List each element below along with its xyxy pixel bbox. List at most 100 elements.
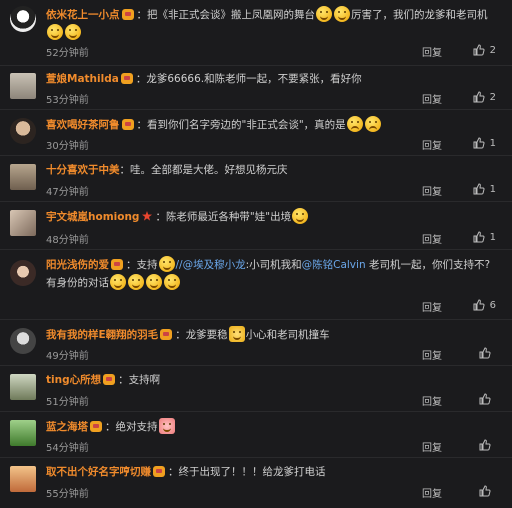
vip-badge-icon (160, 329, 173, 340)
vip-badge-icon (121, 119, 134, 130)
username[interactable]: 阳光浅伤的爱 (46, 259, 109, 271)
mention-link[interactable]: //@埃及穆小龙 (176, 259, 246, 271)
timestamp: 47分钟前 (46, 187, 89, 198)
laugh-emoji-icon (292, 208, 309, 224)
sad-emoji-icon (346, 116, 363, 132)
avatar[interactable] (10, 210, 36, 236)
like-button[interactable]: 6 (473, 299, 496, 311)
timestamp: 30分钟前 (46, 141, 89, 152)
username[interactable]: 我有我的样E翱翔的羽毛 (46, 329, 158, 341)
reply-button[interactable]: 回复 (422, 439, 442, 454)
reply-button[interactable]: 回复 (422, 299, 442, 314)
reply-button[interactable]: 回复 (422, 485, 442, 500)
reply-button[interactable]: 回复 (422, 44, 442, 59)
vip-badge-icon (120, 73, 133, 84)
vip-badge-icon (111, 259, 123, 270)
avatar[interactable] (10, 420, 36, 446)
comment-item: 阳光浅伤的爱 ：支持//@埃及穆小龙:小司机我和@陈铭Calvin 老司机一起，你… (0, 250, 512, 320)
avatar[interactable] (10, 6, 36, 32)
comment-text: 把《非正式会谈》搬上凤凰网的舞台 (147, 9, 315, 21)
vip-badge-icon (153, 466, 165, 477)
laugh-emoji-icon (128, 274, 144, 290)
avatar[interactable] (10, 328, 36, 354)
avatar[interactable] (10, 466, 36, 492)
star-badge-icon (142, 211, 153, 221)
pig-emoji-icon (158, 418, 175, 434)
timestamp: 55分钟前 (46, 489, 89, 500)
username[interactable]: 蓝之海塔 (46, 421, 88, 433)
laugh-emoji-icon (47, 24, 63, 40)
laugh-emoji-icon (65, 24, 81, 40)
comment-item: 依米花上一小点 ：把《非正式会谈》搬上凤凰网的舞台 厉害了，我们的龙爹和老司机 52… (0, 0, 512, 66)
laugh-emoji-icon (164, 274, 180, 290)
thumbs-up-icon (479, 439, 491, 451)
like-button[interactable] (479, 347, 496, 359)
comment-text: :小司机我和 (245, 259, 302, 271)
comment-text: 看到你们名字旁边的"非正式会谈"，真的是 (147, 119, 346, 131)
username[interactable]: 取不出个好名字哼切赚 (46, 466, 151, 478)
cat-emoji-icon (228, 326, 245, 342)
comment-item: 宇文城嵐homiong ：陈老师最近各种带"娃"出境 48分钟前 回复 1 (0, 202, 512, 250)
timestamp: 54分钟前 (46, 443, 89, 454)
username[interactable]: 依米花上一小点 (46, 9, 120, 21)
reply-button[interactable]: 回复 (422, 393, 442, 408)
comment-text: 陈老师最近各种带"娃"出境 (165, 211, 292, 223)
comment-text: 支持 (136, 259, 158, 271)
like-count: 2 (489, 91, 496, 103)
comment-item: 取不出个好名字哼切赚 ：终于出现了！！！给龙爹打电话 55分钟前 回复 (0, 458, 512, 508)
like-button[interactable]: 2 (473, 91, 496, 103)
reply-button[interactable]: 回复 (422, 91, 442, 106)
grin-emoji-icon (316, 6, 332, 22)
like-button[interactable] (479, 485, 496, 497)
like-button[interactable]: 1 (473, 231, 496, 243)
username[interactable]: 喜欢喝好茶阿鲁 (46, 119, 120, 131)
avatar[interactable] (10, 118, 36, 144)
avatar[interactable] (10, 260, 36, 286)
comment-text: 老司机一起，你们支持不? (368, 259, 491, 271)
like-count: 1 (489, 231, 496, 243)
doge-emoji-icon (158, 256, 175, 272)
username[interactable]: 宇文城嵐homiong (46, 211, 139, 223)
like-button[interactable]: 1 (473, 183, 496, 195)
like-button[interactable]: 1 (473, 137, 496, 149)
thumbs-up-icon (473, 137, 485, 149)
timestamp: 52分钟前 (46, 48, 89, 59)
thumbs-up-icon (479, 347, 491, 359)
comment-text: 厉害了，我们的龙爹和老司机 (351, 9, 488, 21)
like-button[interactable]: 2 (473, 44, 496, 56)
comment-item: 十分喜欢于中美：哇。全部都是大佬。好想见杨元庆 47分钟前 回复 1 (0, 156, 512, 202)
comment-text: 哇。全部都是大佬。好想见杨元庆 (130, 164, 288, 176)
like-button[interactable] (479, 439, 496, 451)
thumbs-up-icon (479, 485, 491, 497)
avatar[interactable] (10, 374, 36, 400)
comment-text: 终于出现了！！！给龙爹打电话 (178, 466, 326, 478)
laugh-emoji-icon (146, 274, 162, 290)
comment-item: 喜欢喝好茶阿鲁 ：看到你们名字旁边的"非正式会谈"，真的是 30分钟前 回复 1 (0, 110, 512, 156)
comment-text: 龙爹要稳 (185, 329, 228, 341)
thumbs-up-icon (473, 91, 485, 103)
laugh-emoji-icon (110, 274, 126, 290)
timestamp: 51分钟前 (46, 397, 89, 408)
reply-button[interactable]: 回复 (422, 137, 442, 152)
avatar[interactable] (10, 164, 36, 190)
mention-link[interactable]: @陈铭Calvin (302, 259, 366, 271)
like-button[interactable] (479, 393, 496, 405)
username[interactable]: 萱娘Mathilda (46, 73, 119, 85)
reply-button[interactable]: 回复 (422, 347, 442, 362)
like-count: 2 (489, 44, 496, 56)
username[interactable]: ting心所想 (46, 374, 101, 386)
comment-item: 萱娘Mathilda ：龙爹66666.和陈老师一起，不要紧张，看好你 53分钟前… (0, 66, 512, 110)
comment-text: 小心和老司机撞车 (245, 329, 330, 341)
avatar[interactable] (10, 73, 36, 99)
username[interactable]: 十分喜欢于中美 (46, 164, 120, 176)
grin-emoji-icon (334, 6, 350, 22)
thumbs-up-icon (479, 393, 491, 405)
comment-text: 支持啊 (128, 374, 161, 386)
timestamp: 53分钟前 (46, 95, 89, 106)
like-count: 1 (489, 183, 496, 195)
like-count: 6 (489, 299, 496, 311)
thumbs-up-icon (473, 44, 485, 56)
reply-button[interactable]: 回复 (422, 231, 442, 246)
comment-item: 蓝之海塔 ：绝对支持 54分钟前 回复 (0, 412, 512, 458)
reply-button[interactable]: 回复 (422, 183, 442, 198)
